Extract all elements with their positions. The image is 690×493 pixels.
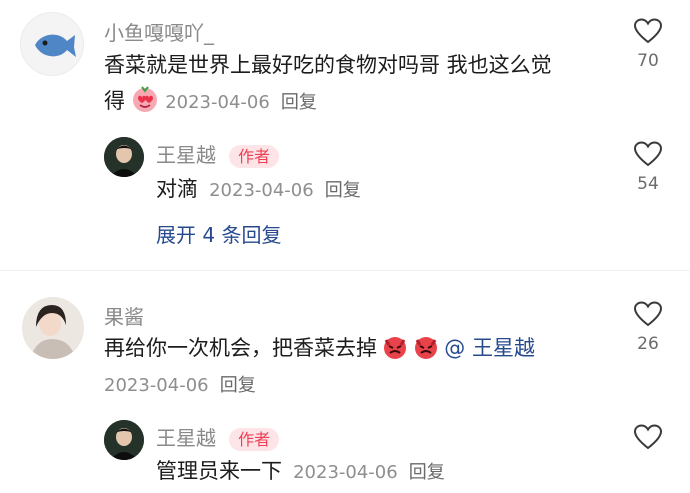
- comment-text: 再给你一次机会，把香菜去掉: [104, 336, 377, 360]
- person-avatar-icon: [104, 137, 144, 177]
- comment-text: 香菜就是世界上最好吃的食物对吗哥 我也这么觉: [104, 53, 552, 77]
- comment-date: 2023-04-06: [165, 92, 270, 113]
- mention-link[interactable]: @ 王星越: [444, 336, 535, 360]
- reply-date: 2023-04-06: [293, 462, 398, 483]
- like-count: 70: [637, 51, 659, 71]
- avatar[interactable]: [20, 12, 84, 76]
- reply-button[interactable]: 回复: [409, 462, 445, 483]
- like-button[interactable]: 26: [618, 300, 678, 354]
- person-avatar-icon: [22, 297, 84, 359]
- divider: [0, 270, 690, 271]
- reply-button[interactable]: 回复: [220, 375, 256, 396]
- reply-username[interactable]: 王星越: [156, 426, 216, 450]
- expand-replies-button[interactable]: 展开 4 条回复: [156, 219, 281, 248]
- like-button[interactable]: 54: [618, 140, 678, 194]
- fish-avatar-icon: [35, 34, 76, 57]
- angry-devil-emoji-icon: [413, 334, 439, 364]
- reply-body: 管理员来一下 2023-04-06 回复: [156, 454, 445, 488]
- reply-button[interactable]: 回复: [281, 92, 317, 113]
- heart-outline-icon: [633, 18, 663, 44]
- reply-date: 2023-04-06: [209, 180, 314, 201]
- reply-username[interactable]: 王星越: [156, 143, 216, 167]
- reply-header: 王星越 作者: [156, 422, 280, 451]
- heart-eyes-emoji-icon: [130, 85, 160, 117]
- author-badge: 作者: [229, 145, 280, 168]
- reply-body: 对滴 2023-04-06 回复: [156, 172, 361, 206]
- angry-devil-emoji-icon: [382, 334, 408, 364]
- comment-body: 再给你一次机会，把香菜去掉 @ 王星越: [104, 331, 535, 365]
- reply-text: 对滴: [156, 177, 198, 201]
- reply-header: 王星越 作者: [156, 139, 280, 168]
- avatar[interactable]: [22, 297, 84, 359]
- like-count: 54: [637, 174, 659, 194]
- person-avatar-icon: [104, 420, 144, 460]
- avatar[interactable]: [104, 137, 144, 177]
- comment-meta-row: 得 2023-04-06 回复: [104, 84, 317, 118]
- heart-outline-icon: [633, 301, 663, 327]
- reply-button[interactable]: 回复: [325, 180, 361, 201]
- avatar[interactable]: [104, 420, 144, 460]
- heart-outline-icon: [633, 141, 663, 167]
- like-count: 26: [637, 334, 659, 354]
- heart-outline-icon: [633, 424, 663, 450]
- author-badge: 作者: [229, 428, 280, 451]
- reply-text: 管理员来一下: [156, 459, 282, 483]
- comment-date: 2023-04-06: [104, 375, 209, 396]
- comment-username[interactable]: 果酱: [104, 301, 144, 330]
- comment-text-continued: 得: [104, 89, 125, 113]
- like-button[interactable]: 70: [618, 17, 678, 71]
- like-button[interactable]: [618, 423, 678, 451]
- comment-username[interactable]: 小鱼嘎嘎吖_: [104, 17, 214, 46]
- comment-meta-row: 2023-04-06 回复: [104, 371, 256, 397]
